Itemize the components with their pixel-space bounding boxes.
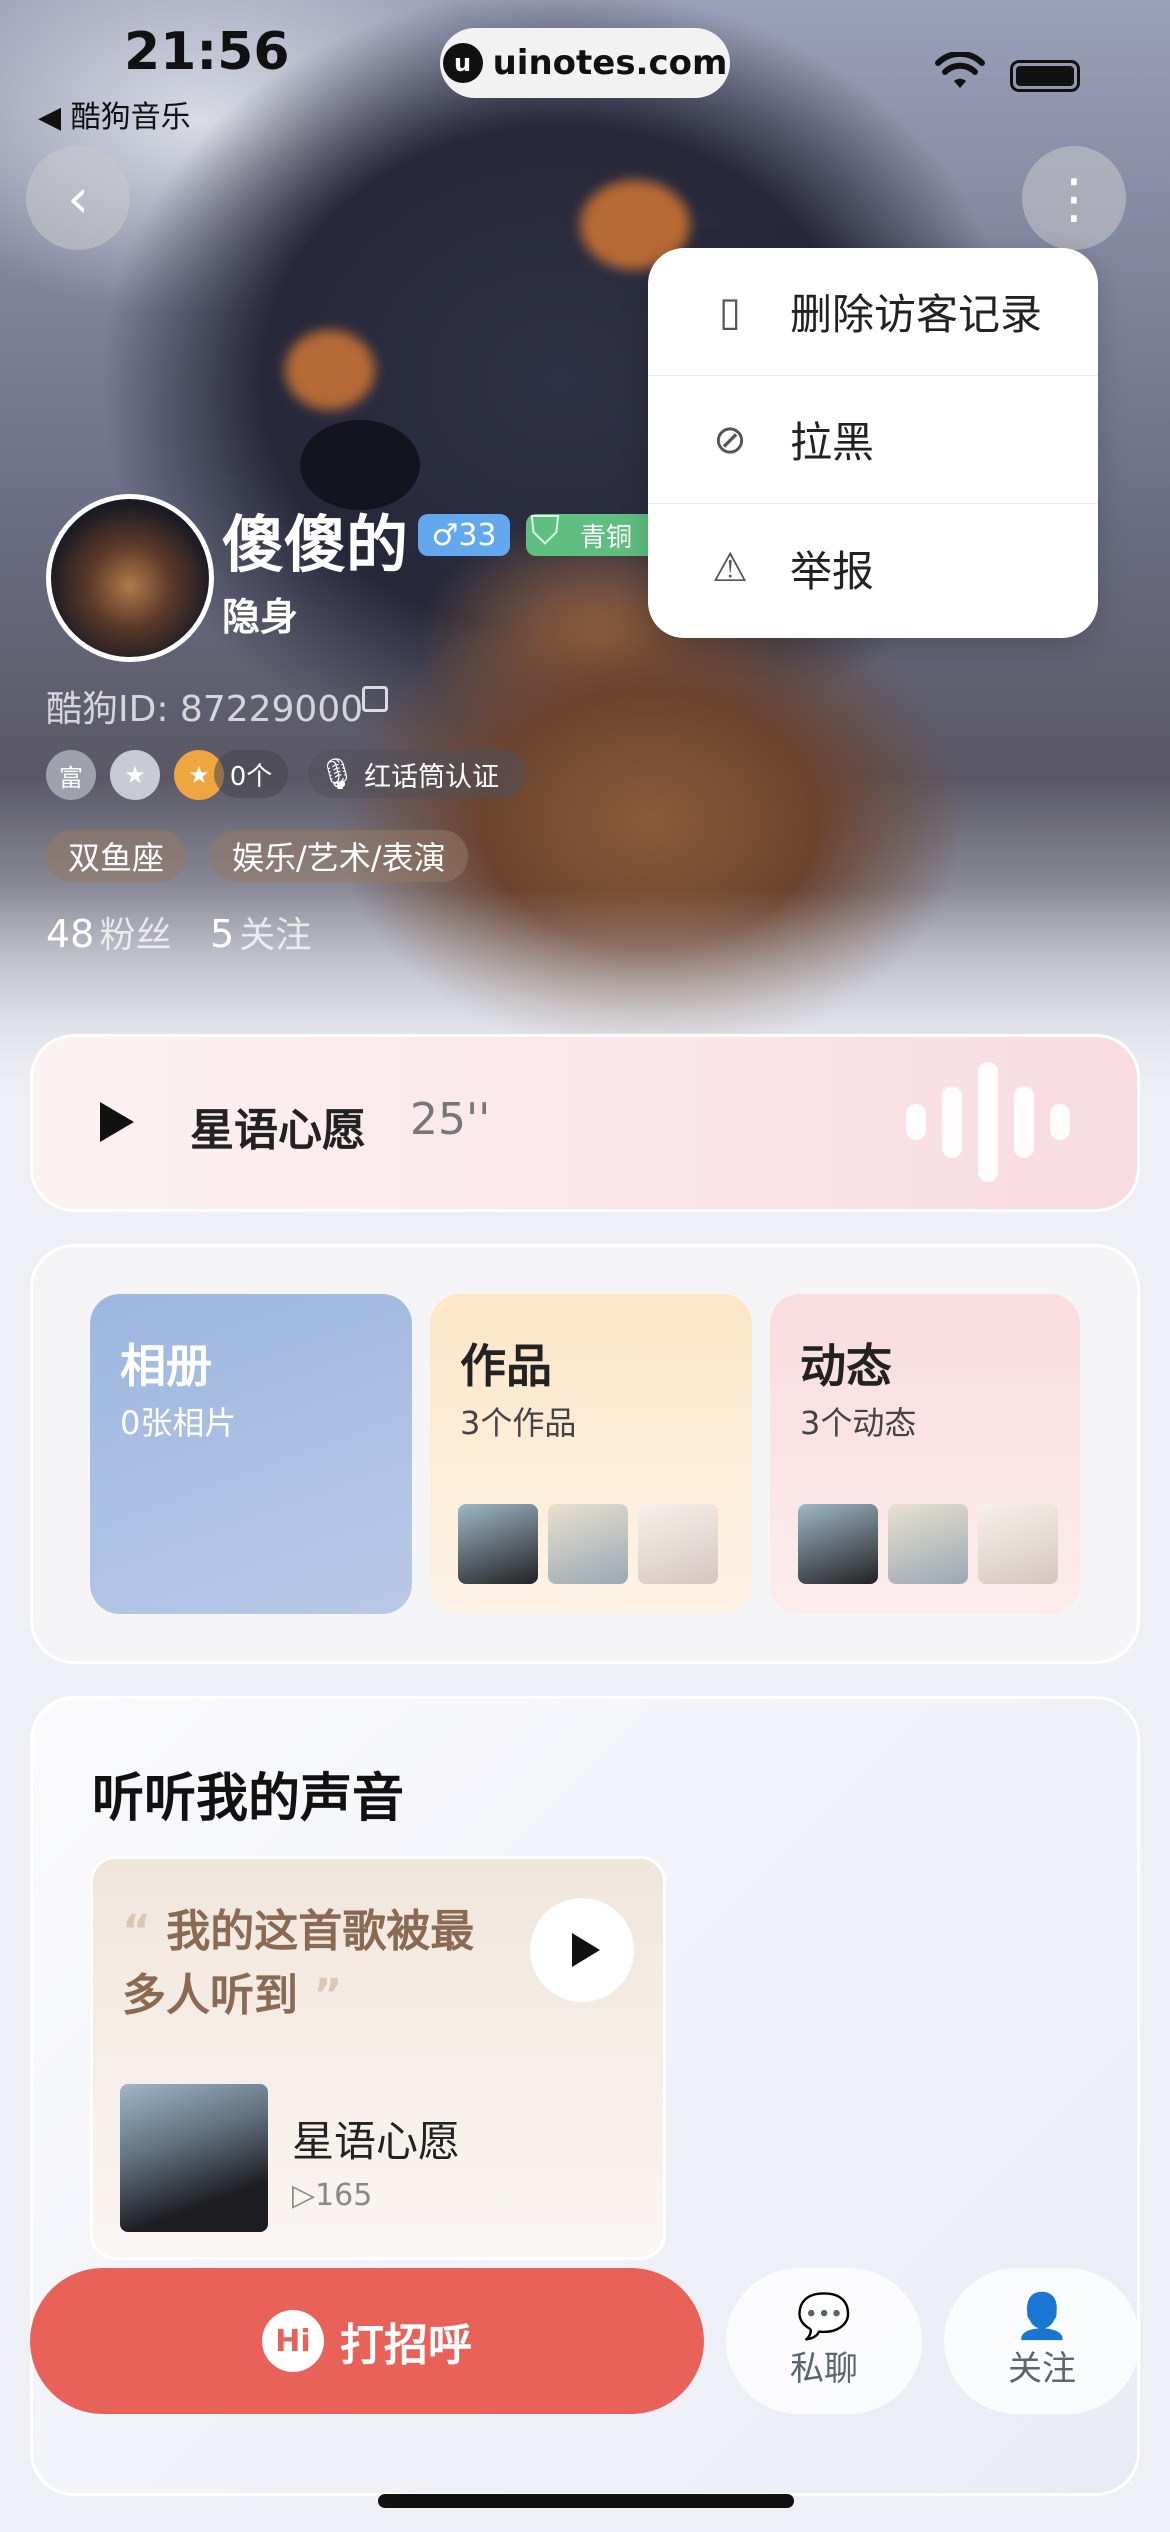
menu-item-report[interactable]: ⚠ 举报 (648, 504, 1098, 632)
work-thumbnail (548, 1504, 628, 1584)
status-time: 21:56 (124, 22, 290, 82)
open-quote-icon: “ (122, 1906, 151, 1957)
song-cover (120, 2084, 268, 2232)
chat-button[interactable]: 💬 私聊 (726, 2268, 922, 2414)
tag-industry[interactable]: 娱乐/艺术/表演 (210, 830, 468, 882)
moment-thumbnail (978, 1504, 1058, 1584)
clipboard-icon: ▯ (718, 288, 741, 335)
follow-button[interactable]: 👤 关注 (944, 2268, 1140, 2414)
song-play-button[interactable] (530, 1898, 634, 2002)
follow-stat[interactable]: 5 关注 (210, 906, 311, 958)
voice-duration: 25'' (410, 1094, 491, 1145)
user-id: 酷狗ID: 87229000 (46, 689, 364, 730)
shield-icon: ⛉ (530, 508, 560, 554)
background-decoration (285, 330, 375, 410)
site-logo-icon: u (442, 43, 483, 83)
menu-item-label: 举报 (790, 546, 875, 596)
chat-bubble-icon: 💬 (796, 2290, 852, 2342)
song-play-count: ▷165 (292, 2178, 373, 2213)
top-song-quote: “ 我的这首歌被最多人听到 ” (122, 1900, 512, 2028)
cert-label: 红话筒认证 (364, 761, 500, 793)
avatar[interactable] (46, 494, 214, 662)
tile-moments[interactable]: 动态 3个动态 (770, 1294, 1080, 1614)
follow-count: 5 (210, 912, 235, 956)
tile-subtitle: 3个动态 (800, 1404, 917, 1442)
play-icon[interactable] (100, 1102, 134, 1142)
work-thumbnail (638, 1504, 718, 1584)
nickname: 傻傻的 (222, 508, 409, 581)
warning-icon: ⚠ (712, 545, 748, 591)
more-menu: ▯ 删除访客记录 ⊘ 拉黑 ⚠ 举报 (648, 248, 1098, 638)
badge-count[interactable]: 0个 (214, 750, 288, 798)
copy-icon[interactable] (362, 686, 388, 712)
menu-item-delete-visit[interactable]: ▯ 删除访客记录 (648, 248, 1098, 376)
play-icon (572, 1933, 600, 1967)
cert-badge[interactable]: 🎙 红话筒认证 (308, 750, 526, 798)
battery-icon (1010, 60, 1080, 92)
moment-thumbnail (888, 1504, 968, 1584)
wifi-icon (935, 52, 985, 88)
url-text: uinotes.com (492, 43, 728, 83)
song-name: 星语心愿 (292, 2117, 461, 2166)
greet-button[interactable]: Hi 打招呼 (30, 2268, 704, 2414)
tile-subtitle: 0张相片 (120, 1404, 237, 1442)
back-button[interactable]: ‹ (26, 146, 130, 250)
tag-constellation[interactable]: 双鱼座 (46, 830, 187, 882)
close-quote-icon: ” (313, 1970, 343, 2021)
tile-works[interactable]: 作品 3个作品 (430, 1294, 752, 1614)
add-user-icon: 👤 (1014, 2290, 1070, 2342)
tile-title: 作品 (460, 1339, 552, 1393)
fans-stat[interactable]: 48 粉丝 (46, 906, 171, 958)
fans-count: 48 (46, 912, 95, 956)
block-icon: ⊘ (713, 416, 747, 463)
quote-text: 我的这首歌被最多人听到 (122, 1906, 475, 2021)
tile-title: 动态 (800, 1339, 892, 1393)
star-badge-icon[interactable]: ★ (110, 750, 160, 800)
section-title: 听听我的声音 (92, 1769, 405, 1829)
tile-title: 相册 (120, 1339, 212, 1393)
home-indicator (378, 2494, 794, 2508)
url-pill: u uinotes.com (440, 28, 730, 98)
work-thumbnail (458, 1504, 538, 1584)
level-badge: ⛉ 青铜 (526, 508, 656, 556)
back-to-app-link[interactable]: ◀ 酷狗音乐 (38, 92, 191, 136)
rich-badge-icon[interactable]: 富 (46, 750, 96, 800)
gender-age-badge: ♂33 (418, 514, 510, 556)
chat-label: 私聊 (790, 2348, 858, 2389)
more-button[interactable]: ⋮ (1022, 146, 1126, 250)
microphone-icon: 🎙 (318, 756, 357, 792)
more-vertical-icon: ⋮ (1047, 166, 1101, 230)
waveform-icon (906, 1062, 1086, 1182)
level-label: 青铜 (580, 522, 633, 553)
menu-item-block[interactable]: ⊘ 拉黑 (648, 376, 1098, 504)
menu-item-label: 拉黑 (790, 418, 875, 467)
follow-label: 关注 (239, 915, 312, 956)
voice-title: 星语心愿 (190, 1105, 366, 1156)
tile-subtitle: 3个作品 (460, 1404, 577, 1442)
chevron-left-icon: ‹ (67, 166, 89, 230)
moment-thumbnail (798, 1504, 878, 1584)
fans-label: 粉丝 (99, 915, 172, 956)
status-text: 隐身 (222, 595, 299, 639)
greet-label: 打招呼 (340, 2320, 472, 2371)
menu-item-label: 删除访客记录 (790, 290, 1043, 339)
tile-album[interactable]: 相册 0张相片 (90, 1294, 412, 1614)
follow-label: 关注 (1008, 2348, 1076, 2389)
hi-icon: Hi (262, 2310, 324, 2372)
